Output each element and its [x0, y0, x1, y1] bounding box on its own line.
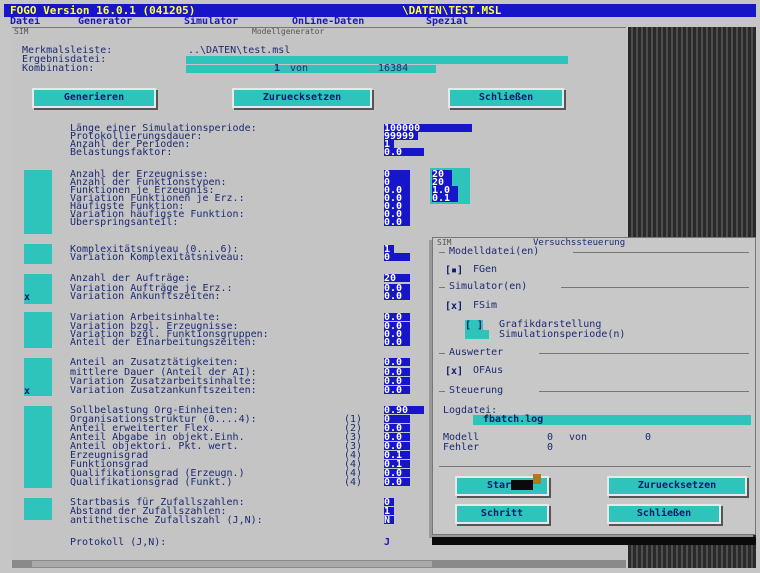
block-marker[interactable]: [24, 244, 52, 264]
ofaus-label: OFAus: [473, 365, 504, 376]
protokoll-label: Protokoll (J,N):: [70, 537, 167, 548]
menu-simulator[interactable]: Simulator: [184, 17, 238, 27]
param-value[interactable]: 20: [384, 274, 410, 284]
param-value[interactable]: 0.0: [384, 148, 424, 158]
param-label: Überspringsanteil:: [70, 217, 179, 228]
block-marker[interactable]: [24, 170, 52, 234]
fsim-checkbox[interactable]: [x]: [445, 301, 463, 312]
param-value[interactable]: 0.0: [384, 338, 410, 348]
param-label: Variation Ankunftszeiten:: [70, 291, 221, 302]
fsim-label: FSim: [473, 300, 498, 311]
param-label: Variation Komplexitätsniveau:: [70, 252, 245, 263]
menu-generator[interactable]: Generator: [78, 17, 132, 27]
block-marker[interactable]: [24, 498, 52, 520]
divider: [439, 252, 445, 253]
param-value[interactable]: 0.0: [384, 433, 410, 443]
block-check-mark: x: [24, 386, 31, 397]
block-marker[interactable]: [24, 406, 52, 488]
screen: FOGO Version 16.0.1 (041205) \DATEN\TEST…: [0, 0, 760, 573]
kombination-von: von: [290, 63, 309, 74]
param-value[interactable]: 0.0: [384, 469, 410, 479]
versuchssteuerung-dialog: SIM Versuchssteuerung Modelldatei(en) [▪…: [432, 237, 756, 535]
param-value[interactable]: 0.1: [384, 451, 410, 461]
logdatei-value: fbatch.log: [483, 414, 544, 425]
window-title: Modellgenerator: [252, 27, 325, 36]
divider: [561, 287, 749, 288]
simper-checkbox[interactable]: [465, 330, 489, 339]
param-value[interactable]: 0.90: [384, 406, 424, 416]
mouse-cursor-icon: [511, 480, 533, 490]
menu-bar: Datei Generator Simulator OnLine-Daten S…: [4, 17, 756, 27]
param-value[interactable]: 0.0: [384, 424, 410, 434]
param-value[interactable]: 0: [384, 415, 410, 425]
param-ref: (4): [344, 477, 363, 488]
menu-spezial[interactable]: Spezial: [426, 17, 468, 27]
merkmal-value[interactable]: ..\DATEN\test.msl: [188, 46, 290, 56]
dialog-title: Versuchssteuerung: [533, 238, 626, 248]
group-modelldatei: Modelldatei(en): [449, 246, 540, 257]
param-value[interactable]: 0: [384, 253, 410, 263]
param-value[interactable]: 0: [384, 498, 394, 508]
param-value[interactable]: 0.0: [384, 386, 410, 396]
param-value[interactable]: N: [384, 516, 394, 526]
param-label: Belastungsfaktor:: [70, 147, 173, 158]
divider: [439, 287, 445, 288]
protokoll-value[interactable]: J: [384, 538, 390, 548]
fgen-label: FGen: [473, 264, 498, 275]
zuruecksetzen-button[interactable]: Zuruecksetzen: [232, 88, 372, 108]
zuruecksetzen-button[interactable]: Zuruecksetzen: [607, 476, 747, 496]
divider: [439, 353, 445, 354]
menu-online-daten[interactable]: OnLine-Daten: [292, 17, 364, 27]
param-value[interactable]: 0.1: [384, 460, 410, 470]
schliessen-button[interactable]: Schließen: [607, 504, 721, 524]
scrollbar-thumb[interactable]: [32, 561, 432, 567]
param-label: antithetische Zufallszahl (J,N):: [70, 515, 263, 526]
modell-von: von: [569, 432, 588, 443]
param-label: Variation Zusatzankunftszeiten:: [70, 385, 257, 396]
param-value[interactable]: 1: [384, 507, 394, 517]
block-marker[interactable]: [24, 312, 52, 348]
param-value-max[interactable]: 0.1: [432, 194, 458, 204]
window-tag: SIM: [14, 27, 29, 36]
kombination-label: Kombination:: [22, 63, 95, 74]
fgen-checkbox[interactable]: [▪]: [445, 265, 463, 276]
kombination-total: 16384: [378, 63, 409, 74]
schritt-button[interactable]: Schritt: [455, 504, 549, 524]
param-value[interactable]: 0.0: [384, 478, 410, 488]
param-value[interactable]: 0.0: [384, 442, 410, 452]
generieren-button[interactable]: Generieren: [32, 88, 156, 108]
param-value[interactable]: 0.0: [384, 358, 410, 368]
divider: [439, 391, 445, 392]
group-auswerter: Auswerter: [449, 347, 504, 358]
divider: [439, 466, 751, 467]
param-value[interactable]: 0.0: [384, 292, 410, 302]
ergebnis-field[interactable]: [186, 56, 568, 64]
divider: [539, 353, 749, 354]
ofaus-checkbox[interactable]: [x]: [445, 366, 463, 377]
param-value[interactable]: 0.0: [384, 313, 410, 323]
param-label: Anteil der Einarbeitungszeiten:: [70, 337, 257, 348]
group-steuerung: Steuerung: [449, 385, 504, 396]
hourglass-icon: [533, 474, 541, 484]
param-value[interactable]: 0.0: [384, 218, 410, 228]
divider: [573, 252, 749, 253]
param-value[interactable]: 0.0: [384, 368, 410, 378]
block-check-mark: x: [24, 292, 31, 303]
window-header: SIM Modellgenerator: [12, 28, 626, 36]
modell-total: 0: [645, 432, 652, 443]
param-value[interactable]: 0.0: [384, 377, 410, 387]
horizontal-scrollbar[interactable]: [12, 560, 626, 568]
dialog-shadow: [432, 537, 756, 545]
menu-datei[interactable]: Datei: [10, 17, 40, 27]
fehler-label: Fehler: [443, 442, 480, 453]
param-label: Qualifikationsgrad (Funkt.): [70, 477, 233, 488]
group-simulator: Simulator(en): [449, 281, 528, 292]
fehler-value: 0: [547, 442, 554, 453]
simper-label: Simulationsperiode(n): [499, 329, 626, 340]
kombination-value: 1: [274, 63, 281, 74]
divider: [539, 391, 749, 392]
schliessen-button[interactable]: Schließen: [448, 88, 564, 108]
